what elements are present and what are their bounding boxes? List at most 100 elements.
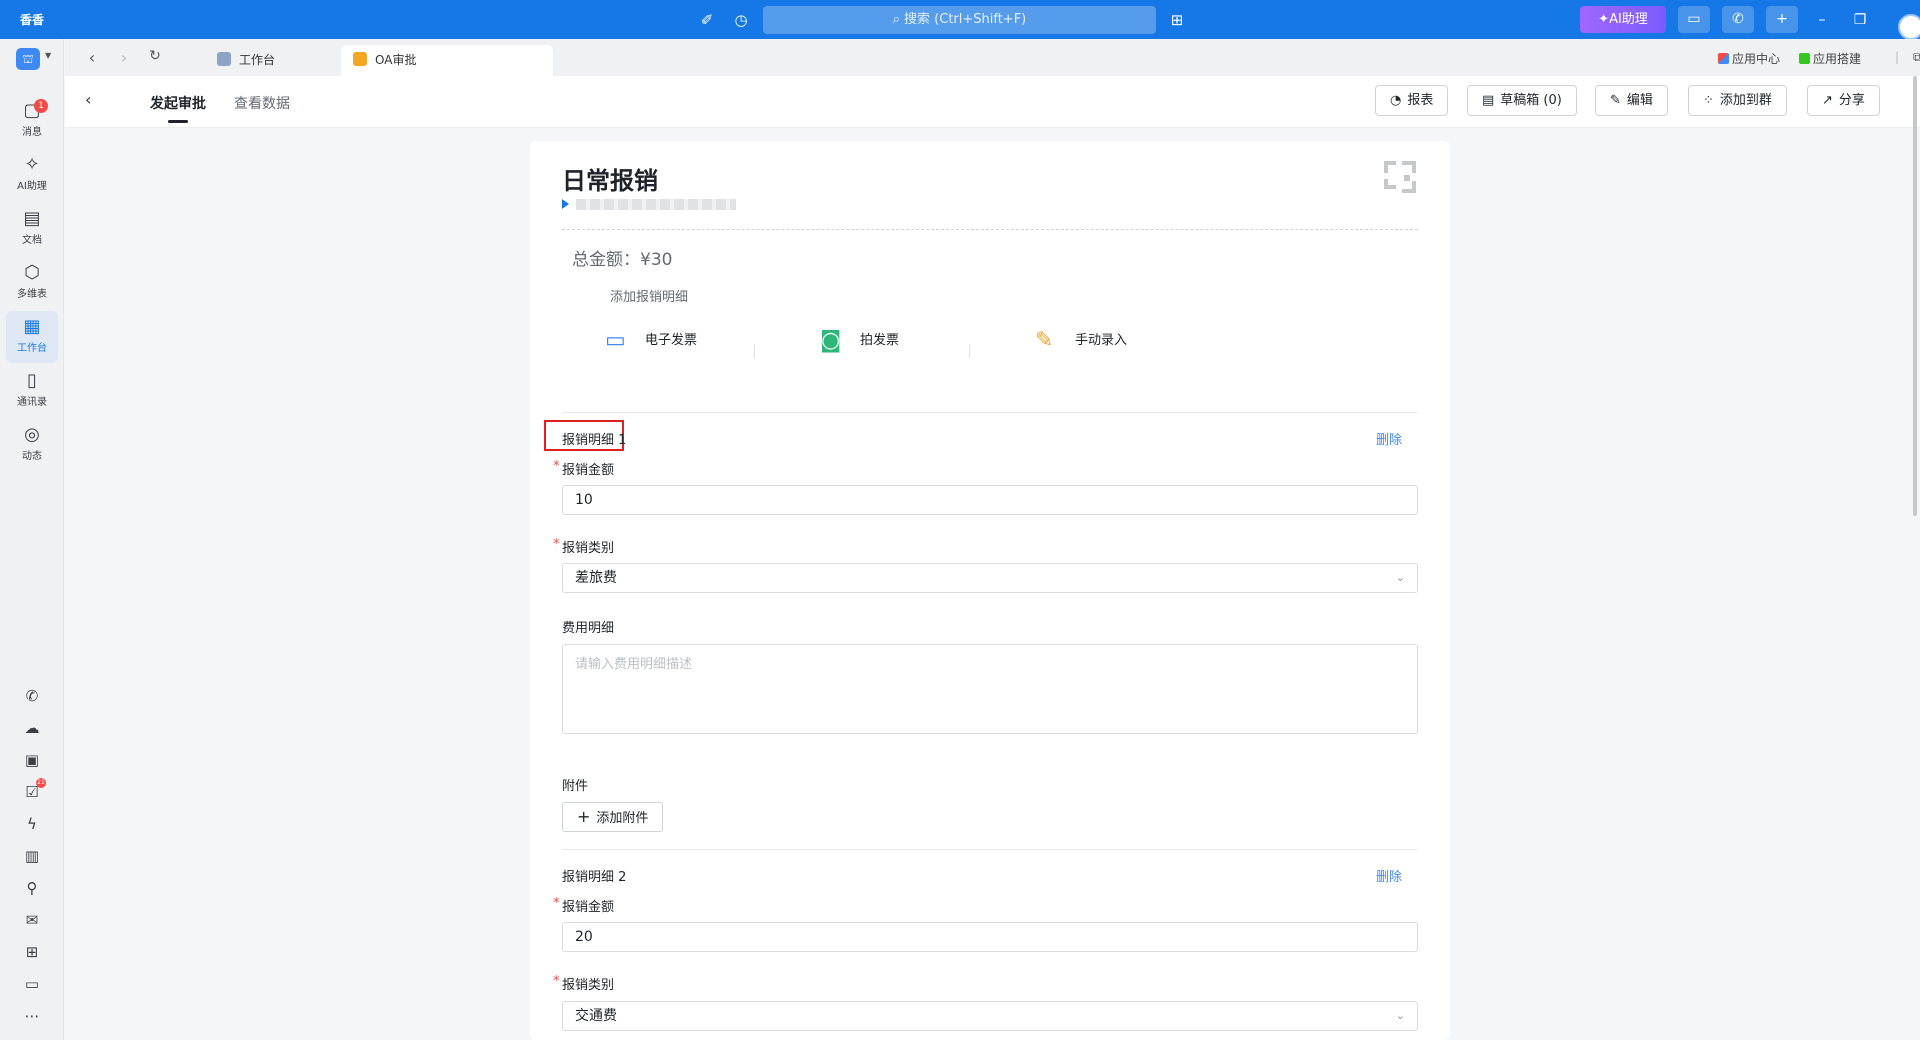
phone-icon[interactable]: ✆	[20, 684, 44, 708]
photo-invoice-button[interactable]: ◙ 拍发票	[820, 328, 899, 353]
form-title: 日常报销	[562, 167, 658, 195]
app-center-link[interactable]: 应用中心	[1718, 50, 1780, 67]
delete-detail-2-button[interactable]: 删除	[1376, 866, 1402, 885]
app-builder-link[interactable]: 应用搭建	[1799, 50, 1861, 67]
app-name: 香香	[20, 13, 45, 27]
rail-label: 工作台	[17, 343, 47, 354]
edit-button[interactable]: ✎ 编辑	[1595, 85, 1668, 116]
scrollbar-thumb[interactable]	[1913, 76, 1917, 516]
category-value: 差旅费	[575, 570, 617, 586]
add-to-group-button[interactable]: ⁘ 添加到群	[1688, 85, 1787, 116]
rail-item-contacts[interactable]: ▯ 通讯录	[6, 365, 58, 417]
tab-view-data[interactable]: 查看数据	[234, 93, 290, 113]
ai-assistant-button[interactable]: ✦AI助理	[1580, 6, 1666, 33]
title-divider	[562, 229, 1418, 230]
caret-down-icon[interactable]: ▼	[45, 51, 51, 60]
ai-sparkle-icon[interactable]: ✐	[697, 10, 717, 30]
apps-grid-icon[interactable]: ⊞	[1167, 10, 1187, 30]
required-mark: *	[553, 459, 560, 474]
desc-label: 费用明细	[562, 621, 615, 636]
phone-icon[interactable]: ✆	[1722, 6, 1754, 33]
category-label-text: 报销类别	[562, 978, 615, 993]
apps-icon[interactable]: ⊞	[20, 940, 44, 964]
tab-label: 工作台	[239, 53, 276, 67]
invoice-icon: ▭	[605, 328, 626, 353]
divider: |	[1895, 50, 1900, 64]
screen-share-icon[interactable]: ▭	[1678, 6, 1710, 33]
plus-icon: +	[577, 807, 591, 826]
task-icon[interactable]: ☑ 21	[20, 778, 46, 804]
drafts-icon: ▤	[1482, 93, 1495, 108]
task-badge: 21	[36, 778, 46, 788]
refresh-icon[interactable]: ↻	[145, 48, 165, 64]
add-icon[interactable]: +	[1766, 6, 1798, 33]
left-rail: ⛫ ▼ ▢ 消息 1 ✧ AI助理 ▤ 文档 ⬡ 多维表 ▦ 工作台 ▯ 通讯录…	[0, 39, 64, 1040]
category-label-text: 报销类别	[562, 541, 615, 556]
edit-label: 编辑	[1626, 93, 1653, 108]
minimize-icon[interactable]: –	[1810, 8, 1834, 32]
section-divider	[562, 412, 1418, 413]
back-icon[interactable]: ‹	[85, 90, 91, 109]
lightning-icon[interactable]: ϟ	[20, 812, 44, 836]
desc-textarea[interactable]: 请输入费用明细描述	[562, 644, 1418, 734]
rail-item-ai[interactable]: ✧ AI助理	[6, 149, 58, 201]
divider	[754, 344, 755, 358]
approval-icon[interactable]: ▥	[20, 844, 44, 868]
app-builder-label: 应用搭建	[1813, 52, 1862, 66]
restore-icon[interactable]: ❐	[1848, 8, 1872, 32]
share-button[interactable]: ↗ 分享	[1807, 85, 1880, 116]
amount-input[interactable]: 10	[562, 485, 1418, 515]
rail-label: 通讯录	[17, 397, 47, 408]
required-mark: *	[553, 896, 560, 911]
amount-label: * 报销金额	[553, 459, 614, 478]
qr-code-icon[interactable]	[1382, 159, 1418, 195]
rail-label: 多维表	[17, 289, 47, 300]
add-attachment-label: 添加附件	[596, 811, 649, 826]
workspace-logo-icon[interactable]: ⛫	[16, 48, 40, 70]
chevron-down-icon: ⌄	[1395, 571, 1405, 584]
folder-icon[interactable]: ▭	[20, 972, 44, 996]
category-value: 交通费	[575, 1008, 617, 1024]
rail-item-moments[interactable]: ◎ 动态	[6, 419, 58, 471]
amount-input[interactable]: 20	[562, 922, 1418, 952]
add-attachment-button[interactable]: + 添加附件	[562, 802, 664, 832]
manual-entry-button[interactable]: ✎ 手动录入	[1035, 328, 1127, 353]
cube-icon: ⬡	[24, 262, 40, 283]
approval-form-card: 日常报销 总金额：¥30 添加报销明细 ▭ 电子发票 ◙ 拍发票 ✎ 手动录入 报销明…	[530, 141, 1450, 1040]
new-window-icon[interactable]: ⧉	[1913, 50, 1920, 65]
redacted-info	[562, 197, 742, 211]
ai-assistant-label: AI助理	[1609, 12, 1648, 27]
e-invoice-button[interactable]: ▭ 电子发票	[605, 328, 697, 353]
chevron-down-icon: ⌄	[1395, 1009, 1405, 1022]
rail-item-docs[interactable]: ▤ 文档	[6, 203, 58, 255]
report-button[interactable]: ◔ 报表	[1375, 85, 1449, 116]
tools-icon[interactable]: ⚲	[20, 876, 44, 900]
document-icon: ▤	[23, 208, 41, 229]
category-select[interactable]: 交通费 ⌄	[562, 1001, 1418, 1031]
mail-icon[interactable]: ✉	[20, 908, 44, 932]
back-icon[interactable]: ‹	[82, 48, 102, 67]
cloud-icon[interactable]: ☁	[20, 716, 44, 740]
eye-icon: ◎	[24, 424, 40, 445]
rail-item-workbench[interactable]: ▦ 工作台	[6, 311, 58, 363]
drafts-button[interactable]: ▤ 草稿箱 (0)	[1467, 85, 1577, 116]
forward-icon[interactable]: ›	[114, 48, 134, 67]
floating-assistant-icon[interactable]	[1898, 14, 1920, 40]
ai-sparkle-icon: ✧	[24, 154, 40, 175]
rail-item-base[interactable]: ⬡ 多维表	[6, 257, 58, 309]
report-label: 报表	[1407, 93, 1434, 108]
calendar-icon[interactable]: ▣	[20, 748, 44, 772]
search-input[interactable]: ⌕ 搜索 (Ctrl+Shift+F)	[763, 6, 1156, 34]
category-select[interactable]: 差旅费 ⌄	[562, 563, 1418, 593]
app-center-label: 应用中心	[1732, 52, 1781, 66]
tab-start-approval[interactable]: 发起审批	[150, 93, 206, 123]
camera-icon: ◙	[820, 328, 842, 353]
history-icon[interactable]: ◷	[731, 10, 751, 30]
amount-label-text: 报销金额	[562, 900, 615, 915]
more-icon[interactable]: ⋯	[20, 1004, 44, 1028]
delete-detail-1-button[interactable]: 删除	[1376, 429, 1402, 448]
rail-item-messages[interactable]: ▢ 消息 1	[6, 95, 58, 147]
manual-entry-label: 手动录入	[1075, 333, 1128, 348]
tab-oa-approval[interactable]: OA审批	[341, 45, 553, 76]
group-icon: ⁘	[1703, 93, 1714, 108]
